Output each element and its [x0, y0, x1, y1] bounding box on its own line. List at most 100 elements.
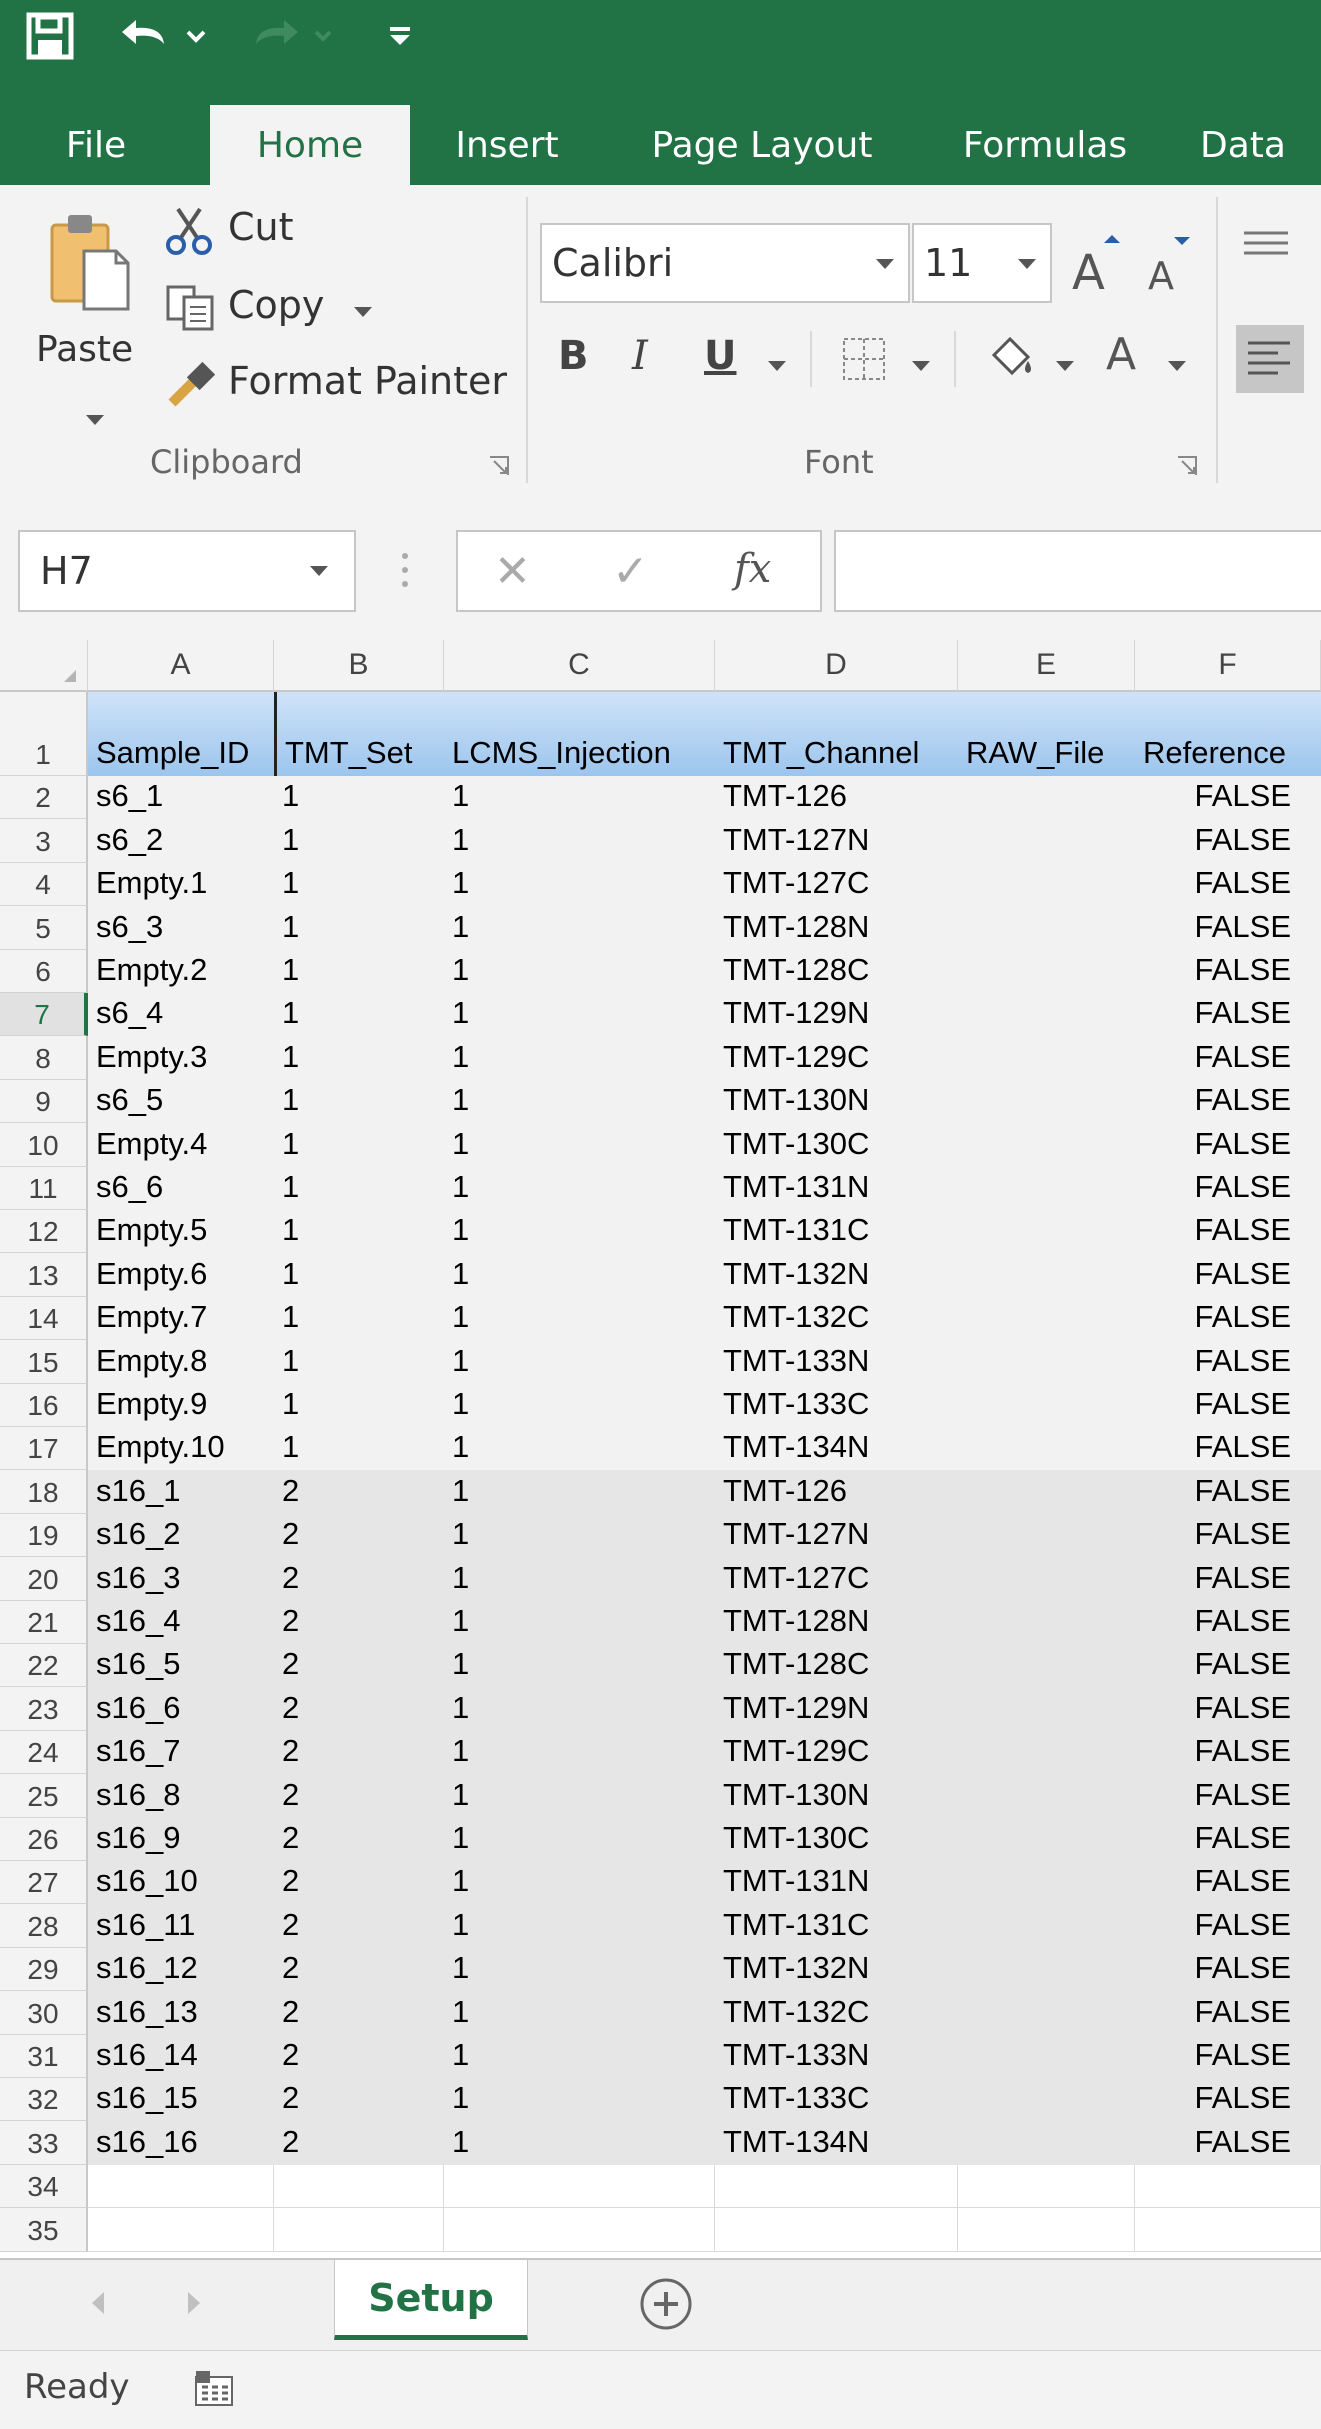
confirm-edit-button[interactable]: ✓: [612, 546, 649, 597]
cell-f[interactable]: [1135, 2208, 1321, 2252]
cell-e[interactable]: [958, 1991, 1135, 2034]
cell-b[interactable]: 2: [274, 1774, 444, 1817]
cell-f[interactable]: [1135, 2164, 1321, 2209]
cell-d[interactable]: TMT-126: [715, 1470, 958, 1513]
row-header[interactable]: 25: [0, 1774, 88, 1818]
cell-e[interactable]: [958, 1557, 1135, 1600]
cell-b[interactable]: 1: [274, 1340, 444, 1383]
cell-c[interactable]: 1: [444, 776, 715, 819]
cell-c[interactable]: 1: [444, 819, 715, 862]
scroll-sheets-left-icon[interactable]: [84, 2288, 114, 2318]
cell-b[interactable]: 1: [274, 1427, 444, 1470]
cell-b[interactable]: 2: [274, 2035, 444, 2078]
row-header[interactable]: 11: [0, 1166, 88, 1210]
row-header[interactable]: 16: [0, 1383, 88, 1427]
cell-e[interactable]: [958, 1904, 1135, 1947]
cell-f[interactable]: FALSE: [1135, 1948, 1321, 1991]
tab-file[interactable]: File: [32, 105, 160, 185]
cell-f[interactable]: FALSE: [1135, 1167, 1321, 1210]
cell-a[interactable]: s16_10: [88, 1861, 274, 1904]
cell-c[interactable]: 1: [444, 1991, 715, 2034]
underline-button[interactable]: U: [704, 333, 736, 379]
grow-font-button[interactable]: A: [1068, 225, 1124, 301]
cell-d[interactable]: TMT-129N: [715, 1687, 958, 1730]
cell-f[interactable]: FALSE: [1135, 819, 1321, 862]
cell-b[interactable]: 2: [274, 1948, 444, 1991]
row-header[interactable]: 24: [0, 1730, 88, 1775]
cell-f[interactable]: FALSE: [1135, 1687, 1321, 1730]
clipboard-dialog-launcher-icon[interactable]: [488, 455, 510, 477]
cell-e[interactable]: [958, 1036, 1135, 1079]
cell-a[interactable]: [88, 2164, 274, 2209]
cell-e[interactable]: [958, 1384, 1135, 1427]
cell-e[interactable]: [958, 1167, 1135, 1210]
cell-d[interactable]: TMT-131N: [715, 1167, 958, 1210]
cell-a[interactable]: s16_12: [88, 1948, 274, 1991]
cell-b[interactable]: 1: [274, 1253, 444, 1296]
cell-d[interactable]: TMT-128N: [715, 906, 958, 949]
cell-a[interactable]: Empty.3: [88, 1036, 274, 1079]
cell-e[interactable]: [958, 1470, 1135, 1513]
row-header[interactable]: 29: [0, 1947, 88, 1992]
cell-f[interactable]: FALSE: [1135, 1644, 1321, 1687]
cell-b[interactable]: 2: [274, 2078, 444, 2121]
cell-e[interactable]: [958, 1210, 1135, 1253]
cell-b[interactable]: 1: [274, 1384, 444, 1427]
cell-d[interactable]: TMT-128N: [715, 1601, 958, 1644]
cell-d[interactable]: TMT-133N: [715, 1340, 958, 1383]
cell-a[interactable]: Empty.7: [88, 1297, 274, 1340]
row-header[interactable]: 3: [0, 819, 88, 863]
row-header[interactable]: 32: [0, 2078, 88, 2122]
cell-d[interactable]: TMT-126: [715, 776, 958, 819]
row-header[interactable]: 21: [0, 1600, 88, 1644]
cell-a[interactable]: s6_2: [88, 819, 274, 862]
cell-a[interactable]: s16_5: [88, 1644, 274, 1687]
cell-d[interactable]: TMT-129C: [715, 1036, 958, 1079]
header-cell[interactable]: LCMS_Injection: [444, 692, 715, 776]
cell-e[interactable]: [958, 1123, 1135, 1166]
cell-d[interactable]: TMT-132C: [715, 1297, 958, 1340]
cut-button[interactable]: Cut: [164, 203, 314, 259]
row-header[interactable]: 30: [0, 1991, 88, 2035]
font-size-dropdown-icon[interactable]: [1018, 259, 1036, 269]
column-header-d[interactable]: D: [715, 640, 958, 692]
cell-a[interactable]: s6_4: [88, 993, 274, 1036]
row-header[interactable]: 35: [0, 2208, 88, 2252]
cell-b[interactable]: 2: [274, 1601, 444, 1644]
cell-b[interactable]: 2: [274, 1644, 444, 1687]
cell-e[interactable]: [958, 1818, 1135, 1861]
cell-e[interactable]: [958, 1774, 1135, 1817]
cell-e[interactable]: [958, 1427, 1135, 1470]
header-cell[interactable]: TMT_Set: [274, 692, 444, 776]
cell-e[interactable]: [958, 1253, 1135, 1296]
row-header[interactable]: 6: [0, 949, 88, 993]
cell-f[interactable]: FALSE: [1135, 1080, 1321, 1123]
row-header[interactable]: 20: [0, 1557, 88, 1601]
customize-qat-icon[interactable]: [380, 12, 420, 60]
cell-a[interactable]: s16_7: [88, 1731, 274, 1774]
cell-b[interactable]: 1: [274, 1036, 444, 1079]
cell-f[interactable]: FALSE: [1135, 1210, 1321, 1253]
cell-e[interactable]: [958, 1731, 1135, 1774]
cell-c[interactable]: 1: [444, 1384, 715, 1427]
tab-page-layout[interactable]: Page Layout: [630, 105, 894, 185]
cell-a[interactable]: s16_2: [88, 1514, 274, 1557]
paste-dropdown-icon[interactable]: [86, 415, 104, 425]
cell-d[interactable]: TMT-130N: [715, 1774, 958, 1817]
cell-c[interactable]: 1: [444, 1123, 715, 1166]
header-cell[interactable]: Reference: [1135, 692, 1321, 776]
row-header[interactable]: 12: [0, 1210, 88, 1254]
format-painter-button[interactable]: Format Painter: [164, 357, 507, 413]
cell-a[interactable]: s16_4: [88, 1601, 274, 1644]
column-header-b[interactable]: B: [274, 640, 444, 692]
align-left-button[interactable]: [1236, 325, 1304, 393]
cell-d[interactable]: [715, 2208, 958, 2252]
borders-dropdown-icon[interactable]: [912, 361, 930, 371]
cell-c[interactable]: 1: [444, 950, 715, 993]
cell-c[interactable]: 1: [444, 1427, 715, 1470]
cell-b[interactable]: 1: [274, 1297, 444, 1340]
cell-b[interactable]: 1: [274, 776, 444, 819]
cell-b[interactable]: [274, 2208, 444, 2252]
cell-d[interactable]: TMT-131C: [715, 1904, 958, 1947]
cell-e[interactable]: [958, 1340, 1135, 1383]
